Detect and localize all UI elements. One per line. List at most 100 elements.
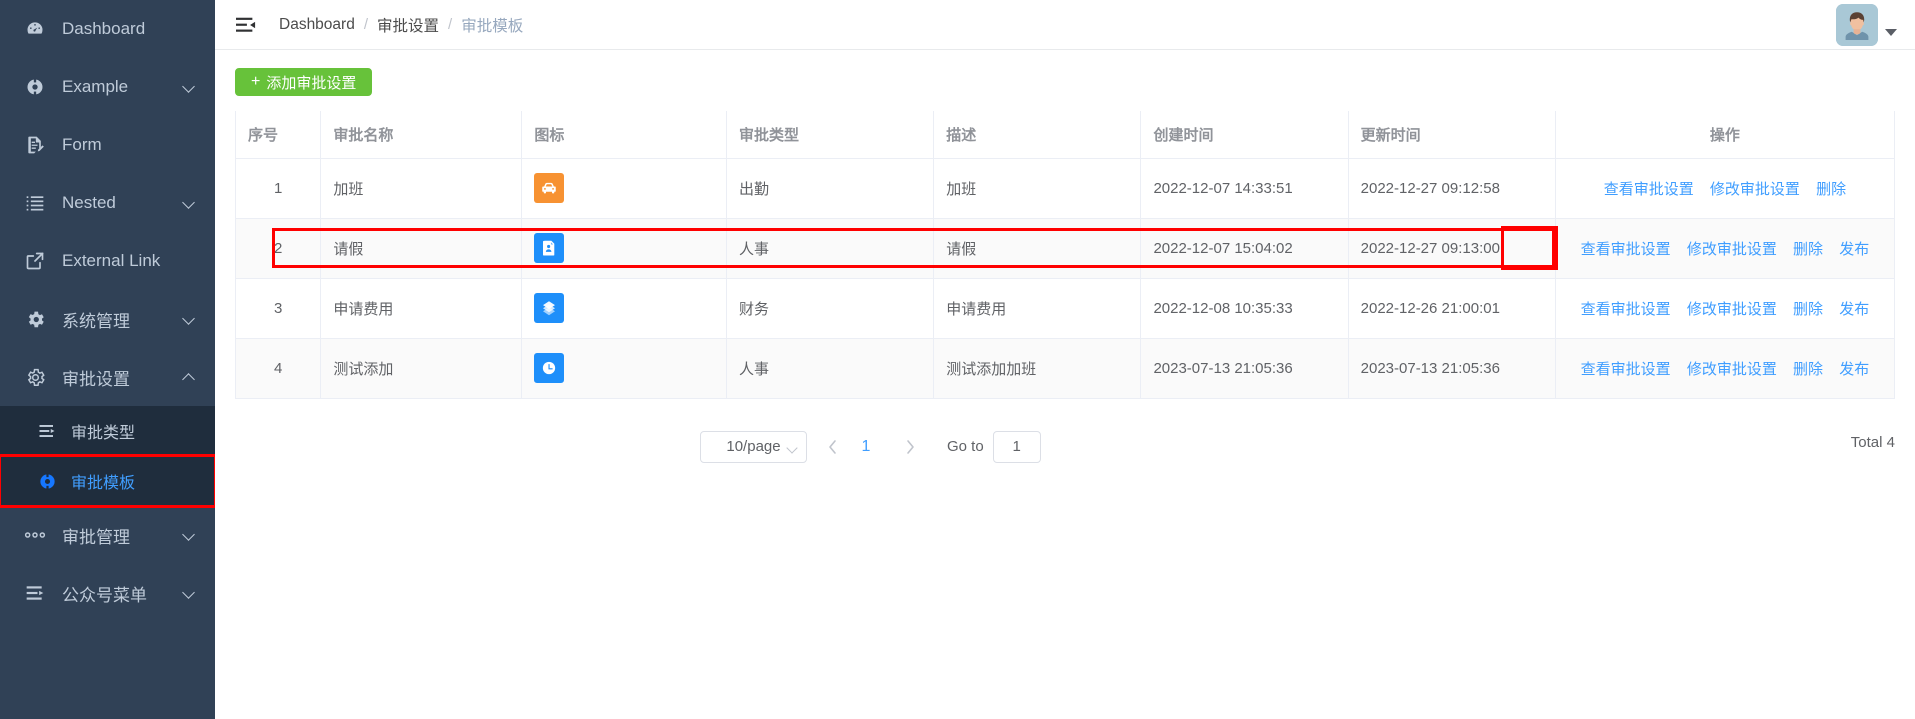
breadcrumb: Dashboard / 审批设置 / 审批模板 [279, 14, 523, 36]
view-approval-setting-link[interactable]: 查看审批设置 [1604, 178, 1694, 199]
sidebar-item-approval-type[interactable]: 审批类型 [0, 406, 215, 456]
chevron-down-icon [183, 586, 197, 600]
sidebar-item-system-management[interactable]: 系统管理 [0, 290, 215, 348]
sidebar-item-official-account-menu[interactable]: 公众号菜单 [0, 564, 215, 622]
column-header-type: 审批类型 [726, 111, 935, 159]
edit-approval-setting-link[interactable]: 修改审批设置 [1687, 298, 1777, 319]
cell-created-time: 2022-12-07 15:04:02 [1140, 218, 1349, 279]
clock-icon [534, 353, 565, 383]
cell-name: 加班 [320, 158, 523, 219]
view-approval-setting-link[interactable]: 查看审批设置 [1581, 298, 1671, 319]
breadcrumb-item-approval-template: 审批模板 [461, 17, 524, 35]
sidebar-item-label: External Link [62, 251, 161, 270]
money-stack-icon [534, 293, 565, 323]
dashboard-icon [22, 16, 48, 42]
page-size-select[interactable]: 10/page [700, 430, 807, 463]
cell-operations: 查看审批设置 修改审批设置 删除 发布 [1555, 218, 1896, 279]
table-row: 2 请假 人事 请假 2022-12-07 15:04:02 2022-12-2… [234, 218, 1896, 279]
table-header-row: 序号 审批名称 图标 审批类型 描述 创建时间 更新时间 操作 [234, 111, 1896, 159]
cell-type: 出勤 [726, 158, 935, 219]
sidebar-item-form[interactable]: Form [0, 116, 215, 174]
publish-link[interactable]: 发布 [1839, 298, 1869, 319]
page-size-label: 10/page [726, 438, 781, 455]
id-card-icon [534, 233, 565, 263]
cell-icon [521, 278, 728, 339]
breadcrumb-separator: / [448, 16, 453, 33]
cell-desc: 申请费用 [933, 278, 1142, 339]
chevron-up-icon [183, 370, 197, 384]
cell-operations: 查看审批设置 修改审批设置 删除 发布 [1555, 338, 1896, 399]
prev-page-button[interactable] [817, 431, 847, 463]
content-area: + 添加审批设置 序号 审批名称 图标 审批类型 描述 创建时间 更新时间 操作 [215, 50, 1915, 719]
goto-label: Go to [947, 438, 984, 455]
settings-gear-icon [22, 364, 48, 390]
page-number-1[interactable]: 1 [851, 431, 881, 463]
column-header-icon: 图标 [521, 111, 728, 159]
app-root: Dashboard Example Form Nested External L… [0, 0, 1915, 719]
sidebar-item-label: 审批设置 [62, 369, 130, 389]
column-header-operation: 操作 [1555, 111, 1896, 159]
form-icon [22, 132, 48, 158]
edit-approval-setting-link[interactable]: 修改审批设置 [1687, 238, 1777, 259]
sidebar-item-external-link[interactable]: External Link [0, 232, 215, 290]
cell-type: 人事 [726, 338, 935, 399]
next-page-button[interactable] [895, 431, 925, 463]
table-header: 序号 审批名称 图标 审批类型 描述 创建时间 更新时间 操作 [234, 111, 1896, 159]
view-approval-setting-link[interactable]: 查看审批设置 [1581, 358, 1671, 379]
sidebar-item-dashboard[interactable]: Dashboard [0, 0, 215, 58]
sidebar-item-label: Form [62, 135, 102, 154]
chevron-down-icon [183, 528, 197, 542]
sidebar-item-label: Nested [62, 193, 116, 212]
user-menu[interactable] [1836, 0, 1897, 50]
delete-link[interactable]: 删除 [1816, 178, 1846, 199]
sidebar-item-approval-template[interactable]: 审批模板 [0, 454, 215, 508]
cell-updated-time: 2022-12-27 09:12:58 [1348, 158, 1556, 219]
cell-icon [521, 338, 728, 399]
chevron-down-icon [183, 312, 197, 326]
main-area: Dashboard / 审批设置 / 审批模板 + 添加审批设置 序号 审批名称… [215, 0, 1915, 719]
column-header-updated: 更新时间 [1348, 111, 1556, 159]
delete-link[interactable]: 删除 [1793, 298, 1823, 319]
edit-approval-setting-link[interactable]: 修改审批设置 [1687, 358, 1777, 379]
sidebar-item-example[interactable]: Example [0, 58, 215, 116]
breadcrumb-item-approval-settings[interactable]: 审批设置 [377, 14, 439, 36]
gear-icon [22, 306, 48, 332]
sidebar: Dashboard Example Form Nested External L… [0, 0, 215, 719]
sidebar-item-label: 系统管理 [62, 311, 130, 331]
goto-page-input[interactable] [992, 430, 1041, 463]
publish-link[interactable]: 发布 [1839, 358, 1869, 379]
sidebar-item-label: 审批管理 [62, 527, 130, 547]
table-row: 1 加班 出勤 加班 2022-12-07 14:33:51 2022-12-2… [234, 158, 1896, 219]
column-header-name: 审批名称 [320, 111, 523, 159]
cell-name: 测试添加 [320, 338, 523, 399]
template-icon [36, 470, 58, 492]
sidebar-item-approval-settings[interactable]: 审批设置 [0, 348, 215, 406]
total-count-label: Total 4 [1850, 433, 1895, 451]
sidebar-item-label: 审批模板 [71, 475, 136, 492]
cell-index: 2 [234, 218, 322, 279]
edit-approval-setting-link[interactable]: 修改审批设置 [1710, 178, 1800, 199]
dots-icon [22, 522, 48, 548]
sidebar-item-nested[interactable]: Nested [0, 174, 215, 232]
column-header-index: 序号 [234, 111, 322, 159]
sidebar-item-approval-management[interactable]: 审批管理 [0, 506, 215, 564]
table-row: 3 申请费用 财务 申请费用 2022-12-08 10:35:33 2022-… [234, 278, 1896, 339]
list-icon [36, 420, 58, 442]
add-approval-setting-button[interactable]: + 添加审批设置 [235, 68, 373, 96]
hamburger-icon[interactable] [235, 14, 257, 36]
cell-updated-time: 2023-07-13 21:05:36 [1348, 338, 1556, 399]
pagination-controls: 10/page 1 Go to [700, 430, 1041, 463]
cell-desc: 测试添加加班 [933, 338, 1142, 399]
publish-link[interactable]: 发布 [1839, 238, 1869, 259]
delete-link[interactable]: 删除 [1793, 358, 1823, 379]
delete-link[interactable]: 删除 [1793, 238, 1823, 259]
breadcrumb-item-dashboard[interactable]: Dashboard [279, 16, 355, 34]
user-avatar [1836, 4, 1878, 46]
view-approval-setting-link[interactable]: 查看审批设置 [1581, 238, 1671, 259]
plus-icon: + [251, 73, 261, 90]
cell-index: 4 [234, 338, 322, 399]
chevron-down-icon [183, 196, 197, 210]
cell-icon [521, 158, 728, 219]
column-header-created: 创建时间 [1140, 111, 1349, 159]
cell-updated-time: 2022-12-26 21:00:01 [1348, 278, 1556, 339]
